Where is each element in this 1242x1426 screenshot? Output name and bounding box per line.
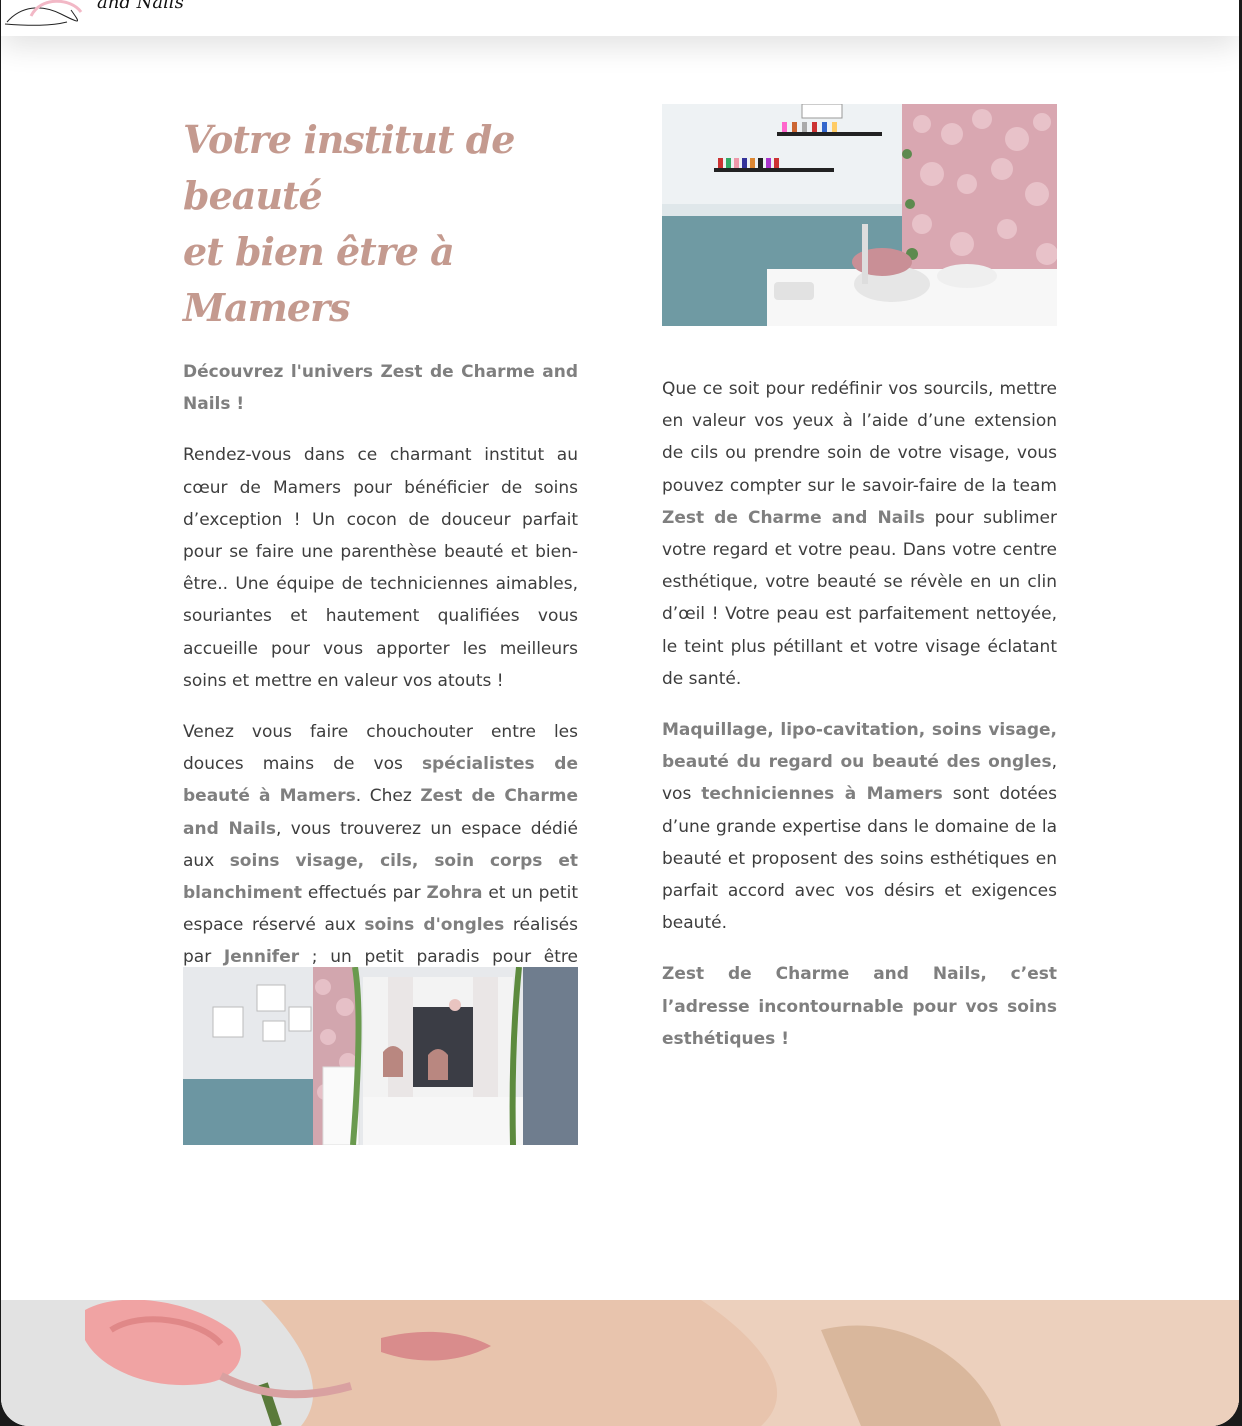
bold-run: soins d'ongles [364, 915, 505, 936]
bold-run: Zest de Charme and Nails [662, 507, 926, 528]
bold-run: Zohra [426, 883, 483, 904]
closing-bold: Zest de Charme and Nails, c’est l’adress… [662, 964, 1057, 1049]
intro-bold: Découvrez l'univers Zest de Charme and N… [183, 362, 578, 415]
title-line-1: Votre institut de beauté [183, 117, 515, 218]
text-run: pour sublimer votre regard et votre peau… [662, 507, 1057, 689]
logo-text: and Nails [97, 0, 184, 13]
intro-text: Découvrez l'univers Zest de Charme and N… [183, 356, 578, 420]
main-content: Votre institut de beauté et bien être à … [1, 36, 1239, 1300]
right-paragraph-2: Maquillage, lipo-cavitation, soins visag… [662, 714, 1057, 939]
bold-run: Maquillage, lipo-cavitation, soins visag… [662, 720, 1057, 773]
left-paragraph-2: Venez vous faire chouchouter entre les d… [183, 716, 578, 1006]
hero-banner-photo [1, 1300, 1239, 1426]
page-title: Votre institut de beauté et bien être à … [183, 112, 578, 336]
site-header: and Nails [1, 0, 1239, 36]
title-line-2: et bien être à Mamers [183, 229, 455, 330]
right-paragraph-1: Que ce soit pour redéfinir vos sourcils,… [662, 373, 1057, 695]
bold-run: Jennifer [223, 947, 300, 968]
institute-room-photo [183, 967, 578, 1145]
text-run: sont dotées d’une grande expertise dans … [662, 784, 1057, 934]
right-column: Que ce soit pour redéfinir vos sourcils,… [662, 373, 1057, 1055]
nail-station-photo [662, 104, 1057, 326]
page: and Nails Votre institut de beauté et bi… [1, 0, 1239, 1426]
text-run: . Chez [355, 786, 421, 807]
right-paragraph-3: Zest de Charme and Nails, c’est l’adress… [662, 958, 1057, 1055]
left-column: Votre institut de beauté et bien être à … [183, 112, 578, 1006]
text-run: effectués par [302, 883, 427, 904]
bold-run: techniciennes à Mamers [701, 784, 943, 805]
left-paragraph-1: Rendez-vous dans ce charmant institut au… [183, 445, 578, 691]
text-run: Que ce soit pour redéfinir vos sourcils,… [662, 379, 1057, 496]
